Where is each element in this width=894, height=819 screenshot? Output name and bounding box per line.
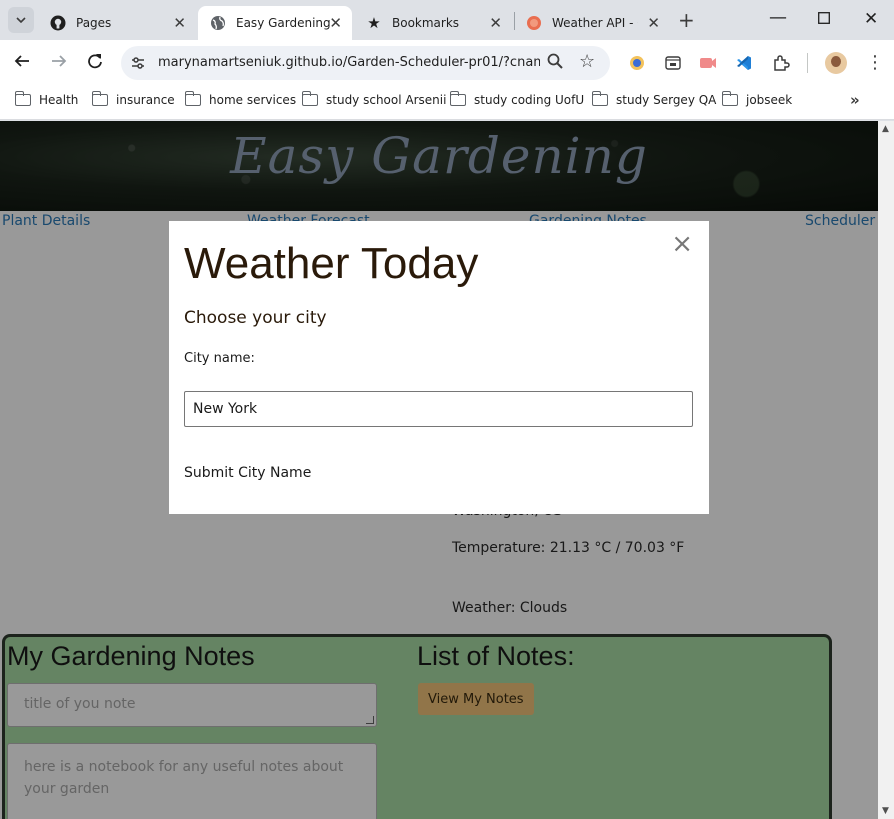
search-icon[interactable] [547,53,563,73]
bookmark-folder-jobseek[interactable]: jobseek [721,91,793,107]
extension-icon[interactable] [628,54,646,72]
tab-bookmarks[interactable]: ★ Bookmarks ✕ [354,6,512,40]
bookmark-folder-insurance[interactable]: insurance [91,91,175,107]
tab-title: Weather API - O [552,16,638,30]
close-tab-icon[interactable]: ✕ [329,15,342,31]
tab-title: Bookmarks [392,16,460,30]
folder-icon [721,91,738,106]
minimize-icon[interactable]: — [769,7,787,28]
bookmark-label: study school Arsenii [326,93,447,107]
modal-title: Weather Today [184,239,479,288]
tab-easy-gardening[interactable]: Easy Gardening ✕ [198,6,352,40]
close-tab-icon[interactable]: ✕ [647,15,660,31]
bookmark-folder-health[interactable]: Health [14,91,79,107]
github-icon [50,15,66,31]
bookmark-label: study coding UofU [474,93,585,107]
new-tab-button[interactable]: + [678,9,695,31]
tab-search-button[interactable] [8,7,34,33]
maximize-icon[interactable] [818,10,830,28]
close-window-icon[interactable]: ✕ [864,9,878,29]
profile-avatar[interactable] [825,52,847,74]
scroll-up-arrow-icon[interactable]: ▲ [882,124,889,134]
folder-icon [91,91,108,106]
city-name-label: City name: [184,351,255,366]
bookmark-label: home services [209,93,297,107]
puzzle-extensions-icon[interactable] [772,54,790,72]
back-arrow-icon[interactable] [14,53,30,74]
bookmark-label: insurance [116,93,175,107]
bookmark-folder-study-coding[interactable]: study coding UofU [449,91,585,107]
folder-icon [14,91,31,106]
bookmark-folder-study-school[interactable]: study school Arsenii [301,91,447,107]
globe-icon [210,15,226,31]
tab-title: Easy Gardening [236,16,331,30]
page-scrollbar[interactable]: ▲ ▼ [878,121,894,819]
bookmark-label: jobseek [746,93,793,107]
more-bookmarks-icon[interactable]: » [850,91,860,109]
address-bar[interactable]: marynamartseniuk.github.io/Garden-Schedu… [121,46,610,80]
url-text[interactable]: marynamartseniuk.github.io/Garden-Schedu… [158,55,540,70]
browser-toolbar: marynamartseniuk.github.io/Garden-Schedu… [0,40,894,86]
tab-weather-api[interactable]: Weather API - O ✕ [514,6,670,40]
close-tab-icon[interactable]: ✕ [173,15,186,31]
folder-icon [449,91,466,106]
star-icon: ★ [367,14,381,32]
city-name-input[interactable] [184,391,693,427]
submit-city-button[interactable]: Submit City Name [184,465,311,481]
screen-capture-icon[interactable] [664,54,682,72]
bookmark-label: Health [39,93,79,107]
record-extension-icon[interactable] [699,54,717,72]
bookmarks-bar: Health insurance home services study sch… [0,86,894,120]
reload-icon[interactable] [87,53,103,74]
folder-icon [591,91,608,106]
bookmark-folder-study-qa[interactable]: study Sergey QA [591,91,717,107]
close-modal-icon[interactable]: × [671,231,693,257]
folder-icon [184,91,201,106]
tab-strip: Pages ✕ Easy Gardening ✕ ★ Bookmarks ✕ W… [0,0,894,40]
bookmark-label: study Sergey QA [616,93,717,107]
close-tab-icon[interactable]: ✕ [489,15,502,31]
modal-subtitle: Choose your city [184,308,327,328]
folder-icon [301,91,318,106]
scroll-down-arrow-icon[interactable]: ▼ [882,806,889,816]
toolbar-separator [807,53,808,73]
chevron-down-icon [16,17,26,23]
site-settings-icon[interactable] [130,55,146,71]
vscode-icon[interactable] [735,54,753,72]
bookmark-folder-home-services[interactable]: home services [184,91,297,107]
tab-pages[interactable]: Pages ✕ [38,6,196,40]
more-menu-icon[interactable]: ⋮ [866,52,884,73]
openweather-icon [526,15,542,31]
page-viewport: Easy Gardening Plant Details Weather For… [0,121,878,819]
bookmark-star-icon[interactable]: ☆ [579,51,595,72]
tab-title: Pages [76,16,112,30]
weather-modal: × Weather Today Choose your city City na… [169,221,709,514]
forward-arrow-icon[interactable] [51,53,67,74]
